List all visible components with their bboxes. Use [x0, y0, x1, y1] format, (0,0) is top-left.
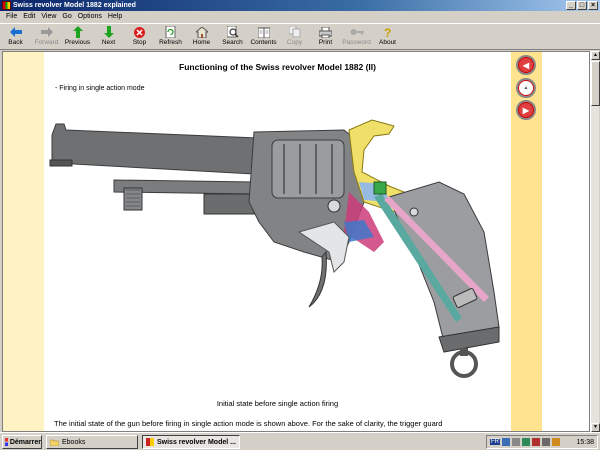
refresh-button[interactable]: Refresh — [155, 24, 186, 49]
menu-view[interactable]: View — [38, 11, 59, 22]
contents-button[interactable]: Contents — [248, 24, 279, 49]
menu-options[interactable]: Options — [75, 11, 105, 22]
up-indicator-icon: ▲ — [523, 85, 529, 91]
forward-arrow-icon — [40, 26, 54, 38]
figure-caption: Initial state before single action firin… — [216, 399, 339, 408]
contents-book-icon — [257, 26, 271, 38]
tray-update-icon[interactable] — [552, 438, 560, 446]
left-arrow-icon: ◀ — [522, 60, 530, 70]
task-ebooks[interactable]: Ebooks — [46, 435, 138, 449]
body-paragraph: The initial state of the gun before firi… — [54, 419, 443, 428]
password-button[interactable]: Password — [341, 24, 372, 49]
next-button[interactable]: Next — [93, 24, 124, 49]
menu-go[interactable]: Go — [59, 11, 74, 22]
tray-monitor-icon[interactable] — [542, 438, 550, 446]
nav-up-button[interactable]: ▲ — [516, 78, 536, 98]
task-swiss-revolver[interactable]: Swiss revolver Model ... — [142, 435, 240, 449]
tray-app-icon[interactable] — [532, 438, 540, 446]
menu-file[interactable]: File — [3, 11, 20, 22]
close-button[interactable]: × — [588, 1, 598, 10]
revolver-diagram — [49, 119, 500, 378]
windows-logo-icon — [5, 438, 8, 446]
down-arrow-icon — [102, 26, 116, 38]
forward-button[interactable]: Forward — [31, 24, 62, 49]
about-button[interactable]: ? About — [372, 24, 403, 49]
back-arrow-icon — [9, 26, 23, 38]
tray-volume-icon[interactable] — [512, 438, 520, 446]
question-mark-icon: ? — [381, 26, 395, 38]
minimize-button[interactable]: _ — [566, 1, 576, 10]
window-title: Swiss revolver Model 1882 explained — [13, 2, 136, 9]
copy-button[interactable]: Copy — [279, 24, 310, 49]
app-window: Swiss revolver Model 1882 explained _ □ … — [0, 0, 600, 432]
app-icon — [146, 438, 154, 446]
stop-button[interactable]: Stop — [124, 24, 155, 49]
content-area: Functioning of the Swiss revolver Model … — [2, 51, 590, 432]
back-button[interactable]: Back — [0, 24, 31, 49]
home-button[interactable]: Home — [186, 24, 217, 49]
scroll-thumb[interactable] — [591, 61, 600, 106]
search-icon — [226, 26, 240, 38]
page: Functioning of the Swiss revolver Model … — [44, 52, 511, 431]
printer-icon — [319, 26, 333, 38]
section-heading: - Firing in single action mode — [55, 85, 145, 92]
menu-bar: File Edit View Go Options Help — [0, 11, 600, 22]
clock: 15:38 — [576, 438, 594, 446]
refresh-icon — [164, 26, 178, 38]
taskbar: Démarrer Ebooks Swiss revolver Model ...… — [0, 432, 600, 450]
page-title: Functioning of the Swiss revolver Model … — [179, 62, 376, 72]
tray-network-icon[interactable] — [502, 438, 510, 446]
folder-icon — [50, 439, 59, 446]
tray-shield-icon[interactable] — [522, 438, 530, 446]
previous-button[interactable]: Previous — [62, 24, 93, 49]
language-indicator[interactable]: FR — [490, 439, 500, 445]
system-tray: FR 15:38 — [486, 435, 598, 449]
menu-help[interactable]: Help — [105, 11, 125, 22]
home-icon — [195, 26, 209, 38]
right-arrow-icon: ▶ — [522, 105, 530, 115]
up-arrow-icon — [71, 26, 85, 38]
stop-icon — [133, 26, 147, 38]
vertical-scrollbar[interactable]: ▲ ▼ — [590, 51, 600, 432]
copy-icon — [288, 26, 302, 38]
app-icon — [2, 1, 11, 10]
nav-next-button[interactable]: ▶ — [516, 100, 536, 120]
nav-back-button[interactable]: ◀ — [516, 55, 536, 75]
left-margin-band — [3, 52, 44, 431]
title-bar: Swiss revolver Model 1882 explained _ □ … — [0, 0, 600, 11]
svg-text:?: ? — [384, 26, 391, 38]
search-button[interactable]: Search — [217, 24, 248, 49]
menu-edit[interactable]: Edit — [20, 11, 38, 22]
start-button[interactable]: Démarrer — [2, 435, 42, 449]
key-icon — [350, 26, 364, 38]
print-button[interactable]: Print — [310, 24, 341, 49]
scroll-up-button[interactable]: ▲ — [591, 51, 600, 60]
scroll-down-button[interactable]: ▼ — [591, 423, 600, 432]
maximize-button[interactable]: □ — [577, 1, 587, 10]
toolbar: Back Forward Previous Next Stop Refresh … — [0, 23, 600, 50]
